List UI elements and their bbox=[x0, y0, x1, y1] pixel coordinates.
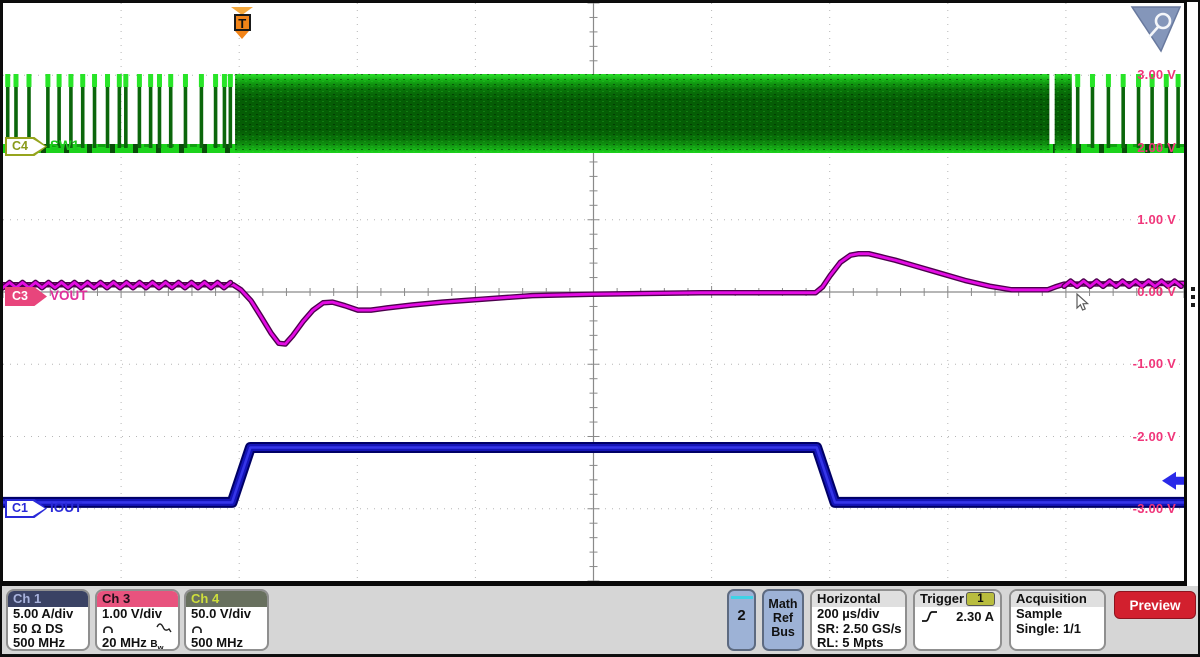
ch1-scale: 5.00 A/div bbox=[8, 607, 88, 622]
signal-label-vout: VOUT bbox=[50, 288, 88, 303]
acquisition-settings-box[interactable]: Acquisition Sample Single: 1/1 bbox=[1009, 589, 1106, 651]
channel-box-ch1[interactable]: Ch 1 5.00 A/div 50 Ω DS 500 MHz bbox=[6, 589, 90, 651]
horizontal-sample-rate: SR: 2.50 GS/s bbox=[812, 622, 905, 637]
sine-wave-icon bbox=[156, 623, 172, 634]
zoom-corner-button[interactable] bbox=[1130, 5, 1182, 53]
voltage-scale-label: -2.00 V bbox=[1133, 429, 1176, 444]
signal-label-sw1: SW1 bbox=[50, 138, 79, 153]
badge-label: C1 bbox=[5, 499, 35, 518]
trace-c4-sw1 bbox=[3, 74, 1184, 153]
waveform-view-count: 2 bbox=[729, 607, 754, 624]
channel-badge-c3[interactable]: C3 bbox=[5, 287, 47, 306]
trigger-level-arrow[interactable] bbox=[1162, 472, 1184, 490]
trigger-marker-t-icon: T bbox=[234, 14, 251, 31]
voltage-scale-label: 2.00 V bbox=[1137, 140, 1176, 155]
overflow-menu[interactable] bbox=[1191, 287, 1195, 307]
voltage-scale-label: 0.00 V bbox=[1137, 284, 1176, 299]
badge-label: C4 bbox=[5, 137, 35, 156]
channel-badge-c1[interactable]: C1 bbox=[5, 499, 47, 518]
trigger-level-value: 2.30 A bbox=[956, 609, 994, 624]
waveform-display[interactable]: 3.00 V 2.00 V 1.00 V 0.00 V -1.00 V -2.00 V -3… bbox=[0, 0, 1187, 586]
horizontal-record-length: RL: 5 Mpts bbox=[812, 636, 905, 651]
horizontal-settings-box[interactable]: Horizontal 200 µs/div SR: 2.50 GS/s RL: … bbox=[810, 589, 907, 651]
waveform-color-strip bbox=[731, 596, 753, 599]
ch4-header: Ch 4 bbox=[186, 591, 267, 607]
scope-settings-bar: Ch 1 5.00 A/div 50 Ω DS 500 MHz Ch 3 1.0… bbox=[0, 586, 1200, 657]
ch3-scale: 1.00 V/div bbox=[97, 607, 178, 622]
bus-label: Bus bbox=[764, 625, 802, 639]
ch3-bandwidth: 20 MHz Bw bbox=[97, 636, 178, 651]
channel-badge-c4[interactable]: C4 bbox=[5, 137, 47, 156]
rising-edge-icon bbox=[921, 610, 939, 623]
ch4-bandwidth: 500 MHz bbox=[186, 636, 267, 651]
trigger-position-marker[interactable]: T bbox=[230, 7, 254, 39]
acquisition-header: Acquisition bbox=[1011, 591, 1104, 607]
acquisition-count: Single: 1/1 bbox=[1011, 622, 1104, 637]
right-gutter bbox=[1187, 0, 1200, 586]
ch1-coupling: 50 Ω DS bbox=[8, 622, 88, 637]
math-ref-bus-button[interactable]: Math Ref Bus bbox=[762, 589, 804, 651]
ch4-scale: 50.0 V/div bbox=[186, 607, 267, 622]
badge-label: C3 bbox=[5, 287, 35, 306]
channel-box-ch4[interactable]: Ch 4 50.0 V/div 500 MHz bbox=[184, 589, 269, 651]
acquisition-mode: Sample bbox=[1011, 607, 1104, 622]
trigger-source-badge: 1 bbox=[966, 592, 995, 606]
horizontal-header: Horizontal bbox=[812, 591, 905, 607]
horizontal-timebase: 200 µs/div bbox=[812, 607, 905, 622]
bw-limit-icon: Bw bbox=[150, 639, 163, 650]
math-label: Math bbox=[764, 597, 802, 611]
trigger-settings-box[interactable]: Trigger 1 2.30 A bbox=[913, 589, 1002, 651]
channel-box-ch3[interactable]: Ch 3 1.00 V/div 20 MHz Bw bbox=[95, 589, 180, 651]
ch3-header: Ch 3 bbox=[97, 591, 178, 607]
waveform-view-button[interactable]: 2 bbox=[727, 589, 756, 651]
probe-icon bbox=[102, 623, 114, 634]
voltage-scale-label: -1.00 V bbox=[1133, 356, 1176, 371]
preview-button[interactable]: Preview bbox=[1114, 591, 1196, 619]
trigger-marker-tail-icon bbox=[235, 31, 249, 39]
ref-label: Ref bbox=[764, 611, 802, 625]
voltage-scale-label: 1.00 V bbox=[1137, 212, 1176, 227]
waveform-canvas[interactable] bbox=[3, 3, 1184, 581]
ch1-header: Ch 1 bbox=[8, 591, 88, 607]
mouse-cursor-icon bbox=[1075, 293, 1091, 313]
probe-icon bbox=[191, 623, 203, 634]
voltage-scale-label: 3.00 V bbox=[1137, 67, 1176, 82]
voltage-scale-label: -3.00 V bbox=[1133, 501, 1176, 516]
ch1-bandwidth: 500 MHz bbox=[8, 636, 88, 651]
signal-label-iout: IOUT bbox=[50, 500, 82, 515]
trigger-header: Trigger bbox=[920, 591, 964, 607]
